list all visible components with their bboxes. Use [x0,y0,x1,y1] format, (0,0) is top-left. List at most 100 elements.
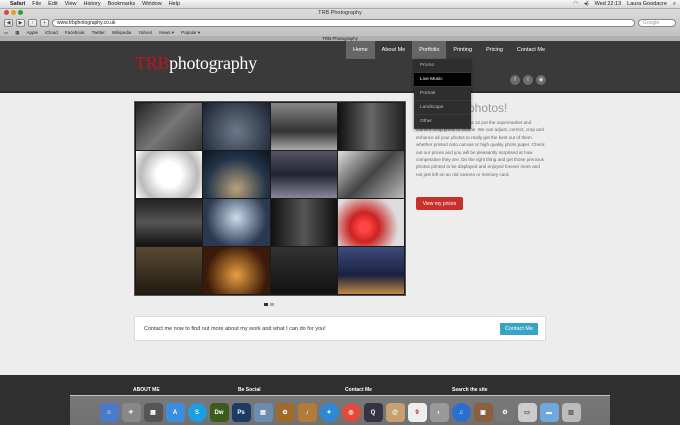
photo-tile [203,103,270,150]
nav-pricing[interactable]: Pricing [479,41,510,59]
photo-tile [270,247,337,294]
facebook-icon[interactable]: f [510,75,520,85]
quicktime-icon[interactable]: Q [363,403,383,422]
bookmark-facebook[interactable]: Facebook [65,30,85,35]
menu-help[interactable]: Help [169,1,180,7]
volume-icon[interactable]: ◂) [584,1,589,7]
bookmark-wikipedia[interactable]: Wikipedia [112,30,132,35]
add-icon[interactable]: + [40,18,49,27]
menu-app[interactable]: Safari [10,1,25,7]
dreamweaver-icon[interactable]: Dw [209,403,229,422]
share-icon[interactable]: ↑ [28,18,37,27]
logo-brand: TRB [135,53,170,73]
bookmark-twitter[interactable]: Twitter [92,30,105,35]
iphoto-icon[interactable]: ✿ [275,403,295,422]
menu-window[interactable]: Window [142,1,162,7]
dropdown-promo[interactable]: Promo [414,59,471,73]
contact-me-button[interactable]: Contact Me [500,323,538,335]
itunes-icon[interactable]: ♫ [451,403,471,422]
menu-edit[interactable]: Edit [48,1,57,7]
forward-icon[interactable]: ▶ [16,18,25,27]
photo-tile [203,199,270,246]
footer-about: ABOUT ME [133,387,160,393]
photo-tile [337,103,404,150]
photo-tile [337,199,404,246]
main-nav: Home About Me Portfolio Printing Pricing… [346,41,552,59]
spotlight-icon[interactable]: ⌕ [673,1,676,8]
garageband-icon[interactable]: ♪ [297,403,317,422]
twitter-icon[interactable]: t [523,75,533,85]
photo-tile [270,151,337,198]
footer-social: Be Social [238,387,261,393]
photoshop-icon[interactable]: Ps [231,403,251,422]
search-input[interactable]: Google [638,18,676,27]
bookmark-yahoo[interactable]: Yahoo! [138,30,152,35]
skype-icon[interactable]: S [187,403,207,422]
clock[interactable]: Wed 22:13 [595,1,622,7]
dropdown-landscape[interactable]: Landscape [414,101,471,115]
photo-tile [337,247,404,294]
dropdown-portrait[interactable]: Portrait [414,87,471,101]
reading-list-icon[interactable]: ▭ [4,30,8,36]
mac-dock: ☺ ✈ ▦ A S Dw Ps ▤ ✿ ♪ ✦ ◎ Q @ 9 ◐ ♫ ▣ ⚙ … [70,395,610,425]
logo-text: photography [169,53,257,73]
photo-tile [203,247,270,294]
folder-icon[interactable]: ▬ [539,403,559,422]
menu-bookmarks[interactable]: Bookmarks [108,1,136,7]
app-store-icon[interactable]: A [165,403,185,422]
pager-dot[interactable] [270,303,274,306]
bookmark-popular[interactable]: Popular ▾ [181,30,200,36]
nav-home[interactable]: Home [346,41,375,59]
footer-search: Search the site [452,387,488,393]
safari-icon[interactable]: ✦ [319,403,339,422]
dropdown-other[interactable]: Other [414,115,471,129]
user-name[interactable]: Laura Goodacre [627,1,667,7]
photo-booth-icon[interactable]: ◐ [429,403,449,422]
photo-tile [270,103,337,150]
bookmark-icloud[interactable]: iCloud [45,30,58,35]
footer-contact: Contact Me [345,387,372,393]
photo-browser-icon[interactable]: ▣ [473,403,493,422]
grid-icon[interactable]: ▦ [15,30,19,36]
site-logo[interactable]: TRBphotography [135,53,257,74]
contact-text: Contact me now to find out more about my… [144,326,326,332]
nav-about[interactable]: About Me [375,41,413,59]
menubar-status: ◠ ◂) Wed 22:13 Laura Goodacre ⌕ [573,1,676,8]
pager-dot[interactable] [264,303,268,306]
window-title: TRB Photography [318,10,362,16]
photo-tile [136,199,203,246]
bookmark-apple[interactable]: Apple [27,30,39,35]
page-content: ur photos! in wide format printing and a… [0,93,680,375]
finder-icon[interactable]: ☺ [99,403,119,422]
address-bar[interactable]: www.trbphotography.co.uk [52,18,635,27]
wifi-icon[interactable]: ◠ [573,1,578,7]
view-prices-button[interactable]: View my prices [416,197,463,210]
mission-control-icon[interactable]: ▦ [143,403,163,422]
bookmark-news[interactable]: News ▾ [159,30,174,36]
mac-menubar: Safari File Edit View History Bookmarks … [0,0,680,9]
nav-portfolio[interactable]: Portfolio [412,41,447,59]
menu-view[interactable]: View [65,1,77,7]
rss-icon[interactable]: ◉ [536,75,546,85]
scanner-icon[interactable]: ▭ [517,403,537,422]
photo-tile [337,151,404,198]
photo-tile [136,151,203,198]
calendar-icon[interactable]: 9 [407,403,427,422]
contacts-icon[interactable]: @ [385,403,405,422]
launchpad-icon[interactable]: ✈ [121,403,141,422]
system-preferences-icon[interactable]: ⚙ [495,403,515,422]
chrome-icon[interactable]: ◎ [341,403,361,422]
photo-mosaic[interactable] [134,101,406,296]
nav-contact[interactable]: Contact Me [510,41,552,59]
back-icon[interactable]: ◀ [4,18,13,27]
menu-file[interactable]: File [32,1,41,7]
slider-pager [264,303,274,306]
menu-history[interactable]: History [83,1,100,7]
preview-icon[interactable]: ▤ [253,403,273,422]
site-header: TRBphotography Home About Me Portfolio P… [0,41,680,93]
browser-chrome: TRB Photography ◀ ▶ ↑ + www.trbphotograp… [0,9,680,41]
dropdown-live-music[interactable]: Live Music [414,73,471,87]
trash-icon[interactable]: ▥ [561,403,581,422]
nav-printing[interactable]: Printing [446,41,479,59]
browser-toolbar: ◀ ▶ ↑ + www.trbphotography.co.uk Google [0,17,680,28]
